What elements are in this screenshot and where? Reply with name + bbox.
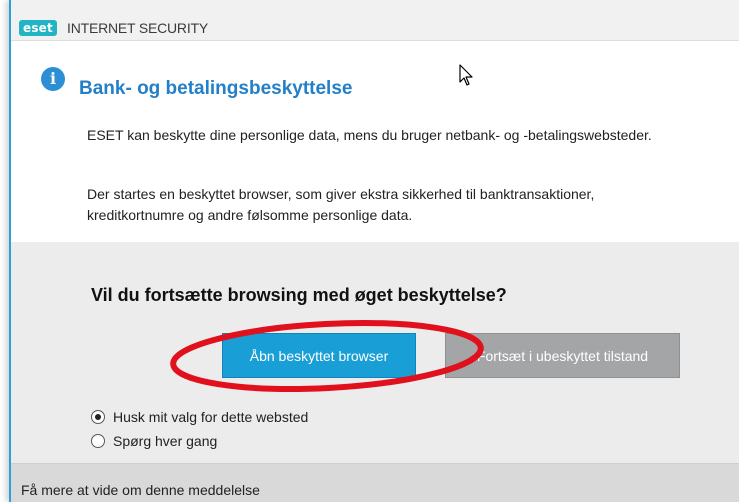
product-name: INTERNET SECURITY [67, 20, 209, 36]
remember-choice-radio[interactable]: Husk mit valg for dette websted [91, 408, 308, 426]
dialog-title: Bank- og betalingsbeskyttelse [79, 78, 353, 99]
description-paragraph-1: ESET kan beskytte dine personlige data, … [87, 127, 652, 143]
remember-choice-label: Husk mit valg for dette websted [113, 409, 309, 425]
ask-every-time-radio[interactable]: Spørg hver gang [91, 432, 217, 450]
info-icon: i [41, 67, 65, 91]
radio-unchecked-icon[interactable] [91, 434, 105, 448]
learn-more-link[interactable]: Få mere at vide om denne meddelelse [21, 482, 260, 498]
description-paragraph-2: Der startes en beskyttet browser, som gi… [87, 186, 595, 223]
footer-bar: Få mere at vide om denne meddelelse [11, 463, 739, 502]
ask-every-time-label: Spørg hver gang [113, 433, 218, 449]
continue-unprotected-button[interactable]: Fortsæt i ubeskyttet tilstand [445, 333, 680, 378]
prompt-question: Vil du fortsætte browsing med øget besky… [91, 285, 507, 305]
eset-dialog-window: eset INTERNET SECURITY i Bank- og betali… [9, 0, 739, 502]
mouse-cursor-icon [459, 64, 473, 86]
title-bar: eset INTERNET SECURITY [11, 0, 739, 41]
open-protected-browser-button[interactable]: Åbn beskyttet browser [222, 333, 416, 378]
radio-checked-icon[interactable] [91, 410, 105, 424]
eset-logo: eset [19, 20, 57, 36]
